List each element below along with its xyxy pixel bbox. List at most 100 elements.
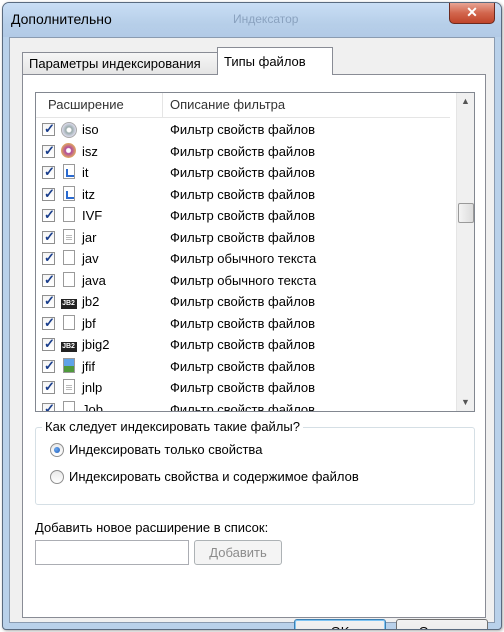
column-header-filter-description[interactable]: Описание фильтра bbox=[170, 97, 285, 112]
extension-checkbox[interactable]: ✓ bbox=[42, 164, 55, 179]
filter-description: Фильтр свойств файлов bbox=[170, 337, 316, 352]
blank-file-icon bbox=[60, 249, 77, 267]
extension-name: jb2 bbox=[82, 294, 100, 309]
checkmark-icon: ✓ bbox=[44, 400, 55, 412]
checkmark-icon: ✓ bbox=[44, 228, 55, 244]
filter-description: Фильтр свойств файлов bbox=[170, 401, 316, 412]
close-button[interactable]: ✕ bbox=[449, 3, 495, 24]
extension-name: itz bbox=[82, 186, 95, 202]
extension-checkbox[interactable]: ✓ bbox=[42, 271, 55, 287]
dialog-window: Дополнительно Индексатор ✕ Параметры инд… bbox=[2, 2, 502, 630]
list-item[interactable]: ✓ JB2 jbig2 Фильтр свойств файлов bbox=[36, 334, 450, 356]
checkmark-icon: ✓ bbox=[44, 142, 55, 158]
checkmark-icon: ✓ bbox=[44, 207, 55, 222]
tab-indexing-settings[interactable]: Параметры индексирования bbox=[22, 52, 226, 75]
checkmark-icon: ✓ bbox=[44, 314, 55, 330]
radio-label-properties-and-content[interactable]: Индексировать свойства и содержимое файл… bbox=[69, 469, 359, 484]
tab-file-types[interactable]: Типы файлов bbox=[217, 47, 333, 75]
window-title: Дополнительно bbox=[11, 11, 112, 27]
filter-description: Фильтр свойств файлов bbox=[170, 358, 316, 374]
dialog-body: Параметры индексирования Типы файлов Рас… bbox=[9, 37, 495, 629]
jbig-file-icon: JB2 bbox=[60, 299, 77, 309]
group-legend: Как следует индексировать такие файлы? bbox=[42, 419, 303, 434]
extension-checkbox[interactable]: ✓ bbox=[42, 142, 55, 158]
list-item[interactable]: ✓ it Фильтр свойств файлов bbox=[36, 162, 450, 184]
list-item[interactable]: ✓ isz Фильтр свойств файлов bbox=[36, 141, 450, 163]
list-item[interactable]: ✓ Job Фильтр свойств файлов bbox=[36, 399, 450, 412]
filter-description: Фильтр свойств файлов bbox=[170, 143, 316, 159]
extension-checkbox[interactable]: ✓ bbox=[42, 293, 55, 308]
column-separator[interactable] bbox=[162, 93, 163, 117]
list-item[interactable]: ✓ IVF Фильтр свойств файлов bbox=[36, 205, 450, 227]
extension-name: java bbox=[82, 272, 106, 288]
extension-name: jbig2 bbox=[82, 337, 110, 352]
checkmark-icon: ✓ bbox=[44, 271, 55, 287]
extension-name: jbf bbox=[82, 315, 96, 331]
checkmark-icon: ✓ bbox=[44, 250, 55, 265]
filter-description: Фильтр свойств файлов bbox=[170, 315, 316, 331]
extension-name: Job bbox=[82, 401, 103, 412]
blank-file-icon bbox=[60, 314, 77, 332]
add-extension-button[interactable]: Добавить bbox=[194, 540, 282, 565]
checkmark-icon: ✓ bbox=[44, 357, 55, 373]
list-header: Расширение Описание фильтра bbox=[36, 93, 450, 118]
image-file-icon bbox=[60, 357, 77, 375]
blank-file-icon bbox=[60, 206, 77, 224]
list-item[interactable]: ✓ jbf Фильтр свойств файлов bbox=[36, 313, 450, 335]
scrollbar-thumb[interactable] bbox=[458, 203, 474, 223]
checkmark-icon: ✓ bbox=[44, 293, 55, 308]
media-file-icon bbox=[60, 163, 77, 181]
filter-description: Фильтр свойств файлов bbox=[170, 229, 316, 245]
close-icon: ✕ bbox=[466, 4, 478, 20]
vertical-scrollbar[interactable]: ▲ ▼ bbox=[456, 93, 474, 411]
extensions-list[interactable]: Расширение Описание фильтра ✓ iso Фильтр с… bbox=[35, 92, 475, 412]
filter-description: Фильтр свойств файлов bbox=[170, 186, 316, 202]
list-item[interactable]: ✓ JB2 jb2 Фильтр свойств файлов bbox=[36, 291, 450, 313]
checkmark-icon: ✓ bbox=[44, 121, 55, 136]
column-header-extension[interactable]: Расширение bbox=[48, 97, 124, 112]
radio-label-properties-only[interactable]: Индексировать только свойства bbox=[69, 442, 262, 457]
extension-checkbox[interactable]: ✓ bbox=[42, 186, 55, 201]
filter-description: Фильтр свойств файлов bbox=[170, 165, 316, 180]
extension-name: IVF bbox=[82, 208, 103, 223]
list-item[interactable]: ✓ jar Фильтр свойств файлов bbox=[36, 227, 450, 249]
extension-checkbox[interactable]: ✓ bbox=[42, 314, 55, 330]
extension-checkbox[interactable]: ✓ bbox=[42, 207, 55, 222]
list-item[interactable]: ✓ java Фильтр обычного текста bbox=[36, 270, 450, 292]
disc-image-icon bbox=[60, 142, 77, 160]
filter-description: Фильтр обычного текста bbox=[170, 272, 317, 288]
extension-name: isz bbox=[82, 143, 98, 159]
archive-file-icon bbox=[60, 228, 77, 246]
title-bar[interactable]: Дополнительно Индексатор ✕ bbox=[3, 3, 501, 37]
filter-description: Фильтр свойств файлов bbox=[170, 294, 316, 309]
extension-name: it bbox=[82, 165, 89, 180]
archive-file-icon bbox=[60, 378, 77, 396]
extension-name: jnlp bbox=[82, 380, 103, 395]
list-item[interactable]: ✓ jfif Фильтр свойств файлов bbox=[36, 356, 450, 378]
extension-checkbox[interactable]: ✓ bbox=[42, 250, 55, 265]
scroll-down-arrow-icon[interactable]: ▼ bbox=[457, 394, 474, 411]
cd-icon bbox=[60, 120, 77, 138]
extension-checkbox[interactable]: ✓ bbox=[42, 336, 55, 351]
list-rows: ✓ iso Фильтр свойств файлов ✓ isz Фильтр свой… bbox=[36, 119, 450, 412]
extension-name: jfif bbox=[82, 358, 95, 374]
background-window-title: Индексатор bbox=[233, 12, 299, 26]
checkmark-icon: ✓ bbox=[44, 336, 55, 351]
extension-checkbox[interactable]: ✓ bbox=[42, 379, 55, 394]
radio-properties-and-content[interactable] bbox=[50, 470, 64, 484]
extension-checkbox[interactable]: ✓ bbox=[42, 357, 55, 373]
list-item[interactable]: ✓ jnlp Фильтр свойств файлов bbox=[36, 377, 450, 399]
new-extension-input[interactable] bbox=[35, 540, 189, 565]
scroll-up-arrow-icon[interactable]: ▲ bbox=[457, 93, 474, 110]
list-item[interactable]: ✓ itz Фильтр свойств файлов bbox=[36, 184, 450, 206]
add-extension-label: Добавить новое расширение в список: bbox=[35, 520, 269, 535]
extension-checkbox[interactable]: ✓ bbox=[42, 121, 55, 136]
radio-properties-only[interactable] bbox=[50, 443, 64, 457]
extension-checkbox[interactable]: ✓ bbox=[42, 400, 55, 412]
extension-checkbox[interactable]: ✓ bbox=[42, 228, 55, 244]
file-types-panel: Расширение Описание фильтра ✓ iso Фильтр с… bbox=[22, 74, 486, 618]
list-item[interactable]: ✓ iso Фильтр свойств файлов bbox=[36, 119, 450, 141]
cancel-button[interactable]: Отмена bbox=[396, 619, 488, 629]
list-item[interactable]: ✓ jav Фильтр обычного текста bbox=[36, 248, 450, 270]
ok-button[interactable]: OK bbox=[294, 619, 386, 629]
